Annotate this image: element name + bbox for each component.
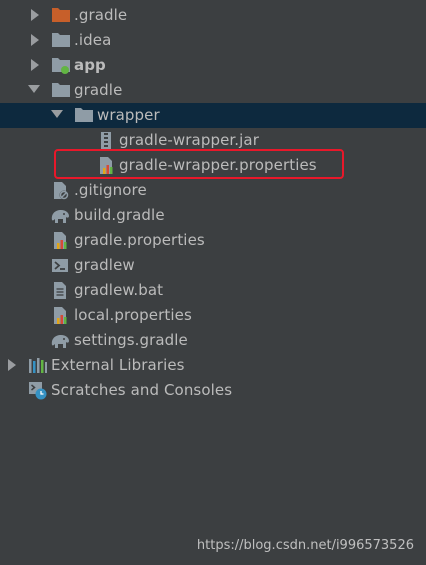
tree-item-wrapper-folder[interactable]: wrapper [0,103,426,128]
tree-item-label: wrapper [97,106,160,124]
chevron-down-icon[interactable] [51,103,63,128]
gradle-elephant-icon [49,331,69,350]
tree-item-label: External Libraries [51,356,185,374]
tree-item-app[interactable]: app [0,53,426,78]
tree-item-label: gradle-wrapper.properties [119,156,317,174]
properties-file-icon [51,306,71,325]
tree-item-label: Scratches and Consoles [51,381,233,399]
folder-icon [74,106,94,125]
tree-item-dot-idea[interactable]: .idea [0,28,426,53]
chevron-down-icon[interactable] [28,78,40,103]
tree-item-label: gradlew.bat [74,281,164,299]
folder-icon [51,31,71,50]
tree-item-build-gradle[interactable]: build.gradle [0,203,426,228]
terminal-file-icon [51,256,71,275]
tree-item-label: gradle-wrapper.jar [119,131,259,149]
tree-item-label: .idea [74,31,112,49]
tree-item-label: .gitignore [74,181,147,199]
tree-item-gitignore[interactable]: .gitignore [0,178,426,203]
libraries-icon [28,356,48,375]
tree-item-label: gradle.properties [74,231,205,249]
tree-item-label: gradlew [74,256,135,274]
project-tree[interactable]: .gradle .idea app gradle wrapper gradle-… [0,3,426,403]
chevron-right-icon[interactable] [30,3,42,28]
tree-item-gradle-wrapper-properties[interactable]: gradle-wrapper.properties [0,153,426,178]
gradle-elephant-icon [49,206,69,225]
tree-item-local-properties[interactable]: local.properties [0,303,426,328]
tree-item-label: gradle [74,81,123,99]
tree-item-label: .gradle [74,6,128,24]
chevron-right-icon[interactable] [30,28,42,53]
chevron-right-icon[interactable] [7,353,19,378]
properties-file-icon [97,156,117,175]
tree-item-external-libraries[interactable]: External Libraries [0,353,426,378]
chevron-right-icon[interactable] [30,53,42,78]
tree-item-scratches-and-consoles[interactable]: Scratches and Consoles [0,378,426,403]
module-folder-icon [51,56,71,75]
tree-item-label: app [74,56,106,74]
tree-item-gradlew-bat[interactable]: gradlew.bat [0,278,426,303]
tree-item-label: settings.gradle [74,331,188,349]
properties-file-icon [51,231,71,250]
tree-item-dot-gradle[interactable]: .gradle [0,3,426,28]
folder-icon [51,81,71,100]
tree-item-gradlew[interactable]: gradlew [0,253,426,278]
scratches-icon [28,381,48,400]
tree-item-gradle-wrapper-jar[interactable]: gradle-wrapper.jar [0,128,426,153]
text-file-icon [51,281,71,300]
tree-item-settings-gradle[interactable]: settings.gradle [0,328,426,353]
tree-item-gradle-properties[interactable]: gradle.properties [0,228,426,253]
tree-item-label: local.properties [74,306,192,324]
gitignore-file-icon [51,181,71,200]
tree-item-gradle-folder[interactable]: gradle [0,78,426,103]
jar-file-icon [97,131,117,150]
tree-item-label: build.gradle [74,206,165,224]
watermark-text: https://blog.csdn.net/i996573526 [196,538,414,553]
folder-orange-icon [51,6,71,25]
